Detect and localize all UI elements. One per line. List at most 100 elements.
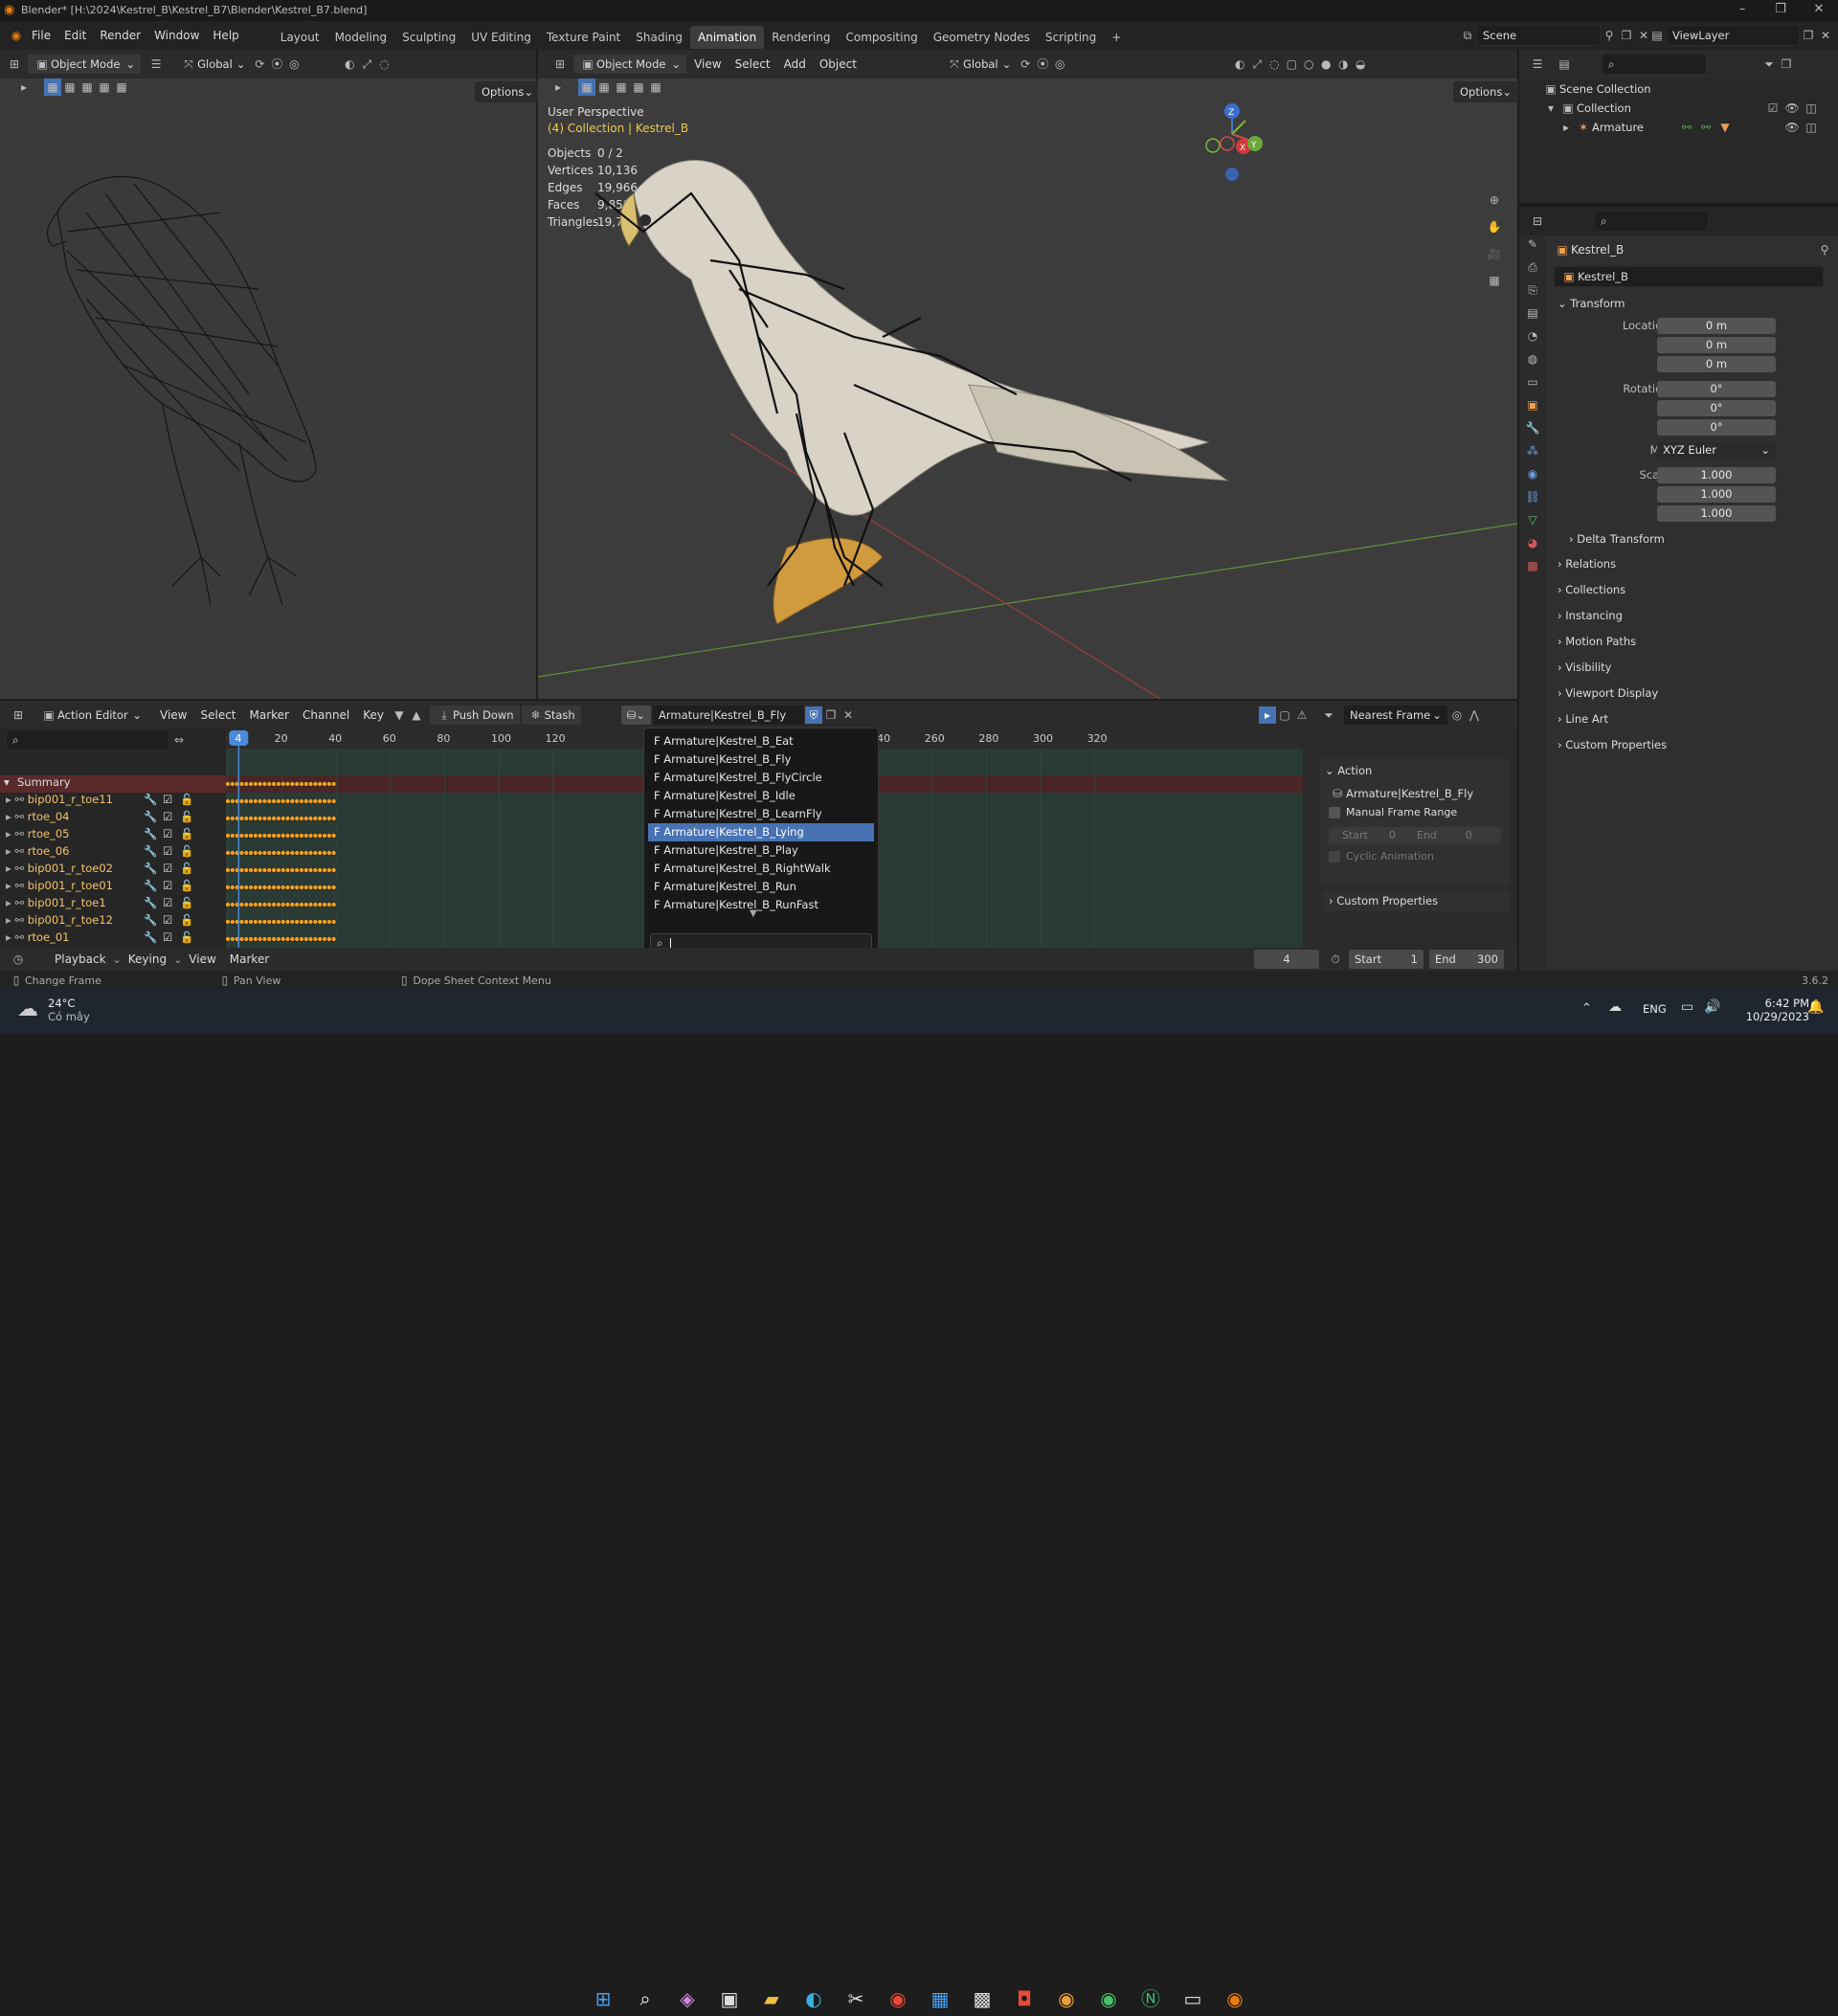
scene-tab-icon[interactable]: ◔	[1524, 327, 1541, 350]
keyframe[interactable]	[330, 936, 337, 942]
keyframe[interactable]	[230, 936, 235, 942]
menu-window[interactable]: Window	[147, 21, 206, 50]
keyframe[interactable]	[303, 850, 309, 856]
down-arrow-icon[interactable]: ▼	[391, 706, 408, 724]
eye-icon[interactable]: 👁	[1783, 119, 1801, 136]
left-viewport[interactable]: ⊞ ▣ Object Mode ⌄ ☰ ⤧ Global ⌄ ⟳ ⦿ ◎ ◐ ⤢ ◌ ▸…	[0, 50, 541, 699]
keyframe[interactable]	[238, 781, 245, 787]
keyframe[interactable]	[289, 798, 296, 804]
view-layer-tab-icon[interactable]: ▤	[1524, 304, 1541, 327]
keyframe[interactable]	[238, 850, 245, 856]
up-arrow-icon[interactable]: ▲	[408, 706, 425, 724]
keyframe[interactable]	[257, 781, 263, 787]
outliner-armature[interactable]: ▸ ✶ Armature ⚯ ⚯ ▼ 👁 ◫	[1558, 119, 1826, 136]
keyframe[interactable]	[312, 902, 319, 907]
keyframe[interactable]	[312, 833, 319, 839]
keyframe[interactable]	[330, 867, 337, 873]
keyframe[interactable]	[303, 833, 309, 839]
keyframe[interactable]	[230, 833, 235, 839]
keyframe[interactable]	[243, 885, 250, 890]
keyframe[interactable]	[257, 919, 263, 925]
physics-tab-icon[interactable]: ◉	[1524, 465, 1541, 488]
grid-icon[interactable]: ▦	[1486, 272, 1503, 299]
app-red-icon[interactable]: ◘	[1007, 1982, 1042, 2016]
keyframe[interactable]	[238, 919, 245, 925]
mute-checkbox-icon[interactable]: ☑	[163, 862, 172, 875]
keyframe[interactable]	[257, 798, 263, 804]
new-scene-icon[interactable]: ❐	[1618, 27, 1635, 44]
keyframe[interactable]	[266, 850, 273, 856]
keyframe[interactable]	[276, 798, 281, 804]
texture-tab-icon[interactable]: ▩	[1524, 557, 1541, 580]
keyframe[interactable]	[312, 816, 319, 821]
proportional-icon[interactable]: ◎	[285, 56, 303, 73]
keyframe[interactable]	[238, 885, 245, 890]
keyframe[interactable]	[284, 816, 291, 821]
channel-row[interactable]: ▸ ⚯ rtoe_06 🔧 ☑ 🔓	[0, 844, 226, 862]
keyframe[interactable]	[289, 885, 296, 890]
keyframe[interactable]	[271, 850, 277, 856]
keyframe[interactable]	[307, 919, 314, 925]
keyframe[interactable]	[326, 902, 332, 907]
checkbox-icon[interactable]: ☑	[1764, 100, 1782, 117]
curve-icon[interactable]: ⋀	[1466, 706, 1483, 724]
render-camera-icon[interactable]: ◫	[1803, 119, 1820, 136]
ae-menu-select[interactable]: Select	[193, 701, 242, 729]
display-mode-icon[interactable]: ▤	[1556, 56, 1573, 73]
keyframe[interactable]	[322, 885, 327, 890]
main-viewport[interactable]: ⊞ ▣ Object Mode ⌄ View Select Add Object ⤧…	[538, 50, 1519, 699]
keyframe[interactable]	[276, 816, 281, 821]
keyframe[interactable]	[330, 816, 337, 821]
volume-icon[interactable]: 🔊	[1704, 999, 1720, 1015]
keyframe[interactable]	[257, 816, 263, 821]
scale-z-field[interactable]: 1.000	[1657, 505, 1776, 522]
keyframe[interactable]	[330, 833, 337, 839]
keyframe[interactable]	[230, 885, 235, 890]
keyframe[interactable]	[307, 833, 314, 839]
keyframe[interactable]	[303, 936, 309, 942]
ae-menu-view[interactable]: View	[153, 701, 193, 729]
keyframe[interactable]	[326, 850, 332, 856]
eye-icon[interactable]: 👁	[1783, 100, 1801, 117]
keyframe[interactable]	[303, 919, 309, 925]
rotation-x-field[interactable]: 0°	[1657, 381, 1776, 397]
chrome-profile-2-icon[interactable]: ◉	[1091, 1982, 1126, 2016]
tab-rendering[interactable]: Rendering	[764, 26, 838, 49]
keyframe[interactable]	[317, 867, 324, 873]
keyframe[interactable]	[307, 902, 314, 907]
camera-icon[interactable]: 🎥	[1486, 245, 1503, 272]
notification-icon[interactable]: 🔔	[1807, 999, 1824, 1015]
particles-tab-icon[interactable]: ⁂	[1524, 442, 1541, 465]
location-y-field[interactable]: 0 m	[1657, 337, 1776, 353]
rotation-mode-dropdown[interactable]: XYZ Euler ⌄	[1657, 442, 1776, 459]
keyframe[interactable]	[307, 885, 314, 890]
wrench-icon[interactable]: 🔧	[144, 879, 157, 892]
keyframe[interactable]	[280, 833, 286, 839]
keyframe[interactable]	[312, 919, 319, 925]
action-menu-item[interactable]: F Armature|Kestrel_B_Play	[648, 841, 874, 860]
keyframe[interactable]	[299, 867, 304, 873]
keyframe[interactable]	[307, 816, 314, 821]
select-new-icon[interactable]: ▦	[44, 78, 61, 96]
keyframe[interactable]	[271, 936, 277, 942]
keyframe[interactable]	[317, 936, 324, 942]
cyclic-checkbox[interactable]	[1329, 850, 1340, 862]
keyframe[interactable]	[230, 798, 235, 804]
relations-header[interactable]: › Relations	[1558, 553, 1838, 574]
show-hidden-icon[interactable]: ▢	[1276, 706, 1293, 724]
wrench-icon[interactable]: 🔧	[144, 896, 157, 909]
scroll-down-icon[interactable]: ▼	[750, 908, 757, 919]
keyframe[interactable]	[294, 798, 300, 804]
pan-hand-icon[interactable]: ✋	[1486, 218, 1503, 245]
keyframe[interactable]	[330, 850, 337, 856]
lock-icon[interactable]: 🔓	[180, 810, 193, 823]
keyframe[interactable]	[299, 781, 304, 787]
ae-filter-icon[interactable]: ⏷	[1320, 706, 1337, 724]
scale-y-field[interactable]: 1.000	[1657, 486, 1776, 503]
keyframe[interactable]	[225, 867, 231, 873]
keyframe[interactable]	[266, 798, 273, 804]
edge-icon[interactable]: ◐	[796, 1982, 831, 2016]
widgets-icon[interactable]: ◈	[670, 1982, 705, 2016]
keyframe[interactable]	[248, 798, 254, 804]
keyframe[interactable]	[261, 833, 268, 839]
